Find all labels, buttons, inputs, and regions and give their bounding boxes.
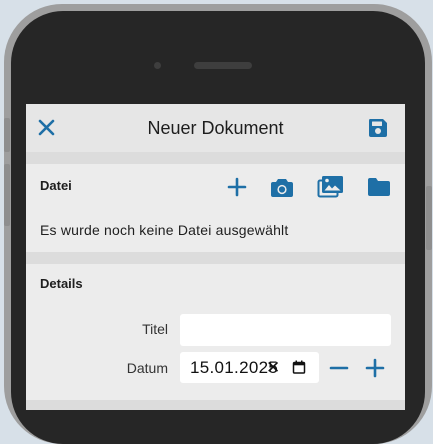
earpiece-speaker — [194, 62, 252, 69]
save-icon[interactable] — [368, 118, 388, 138]
date-label: Datum — [126, 360, 168, 376]
section-divider — [26, 400, 405, 410]
mute-switch — [4, 118, 10, 152]
section-divider — [26, 252, 405, 264]
plus-icon[interactable] — [365, 358, 385, 378]
camera-icon[interactable] — [270, 177, 294, 198]
minus-icon[interactable] — [329, 358, 349, 378]
section-divider — [26, 152, 405, 164]
file-section: Datei Es wurde noch keine Datei ausgewäh… — [26, 164, 405, 252]
power-button — [426, 186, 432, 250]
app-screen: Neuer Dokument Datei Es wurde noch keine… — [26, 104, 405, 410]
title-label: Titel — [142, 321, 168, 337]
app-bar: Neuer Dokument — [26, 104, 405, 152]
date-value: 15.01.2025 — [190, 358, 279, 377]
empty-file-message: Es wurde noch keine Datei ausgewählt — [40, 222, 289, 238]
folder-icon[interactable] — [367, 177, 391, 197]
calendar-icon[interactable] — [292, 360, 306, 379]
front-camera — [154, 62, 161, 69]
date-field[interactable]: 15.01.2025 ✕ — [180, 352, 319, 383]
gallery-icon[interactable] — [317, 175, 344, 198]
clear-date-icon[interactable]: ✕ — [266, 359, 280, 376]
volume-button — [4, 164, 10, 226]
section-title-file: Datei — [40, 178, 72, 193]
page-title: Neuer Dokument — [147, 118, 284, 138]
title-input[interactable] — [180, 314, 391, 346]
section-title-details: Details — [40, 276, 83, 291]
add-icon[interactable] — [227, 177, 247, 197]
